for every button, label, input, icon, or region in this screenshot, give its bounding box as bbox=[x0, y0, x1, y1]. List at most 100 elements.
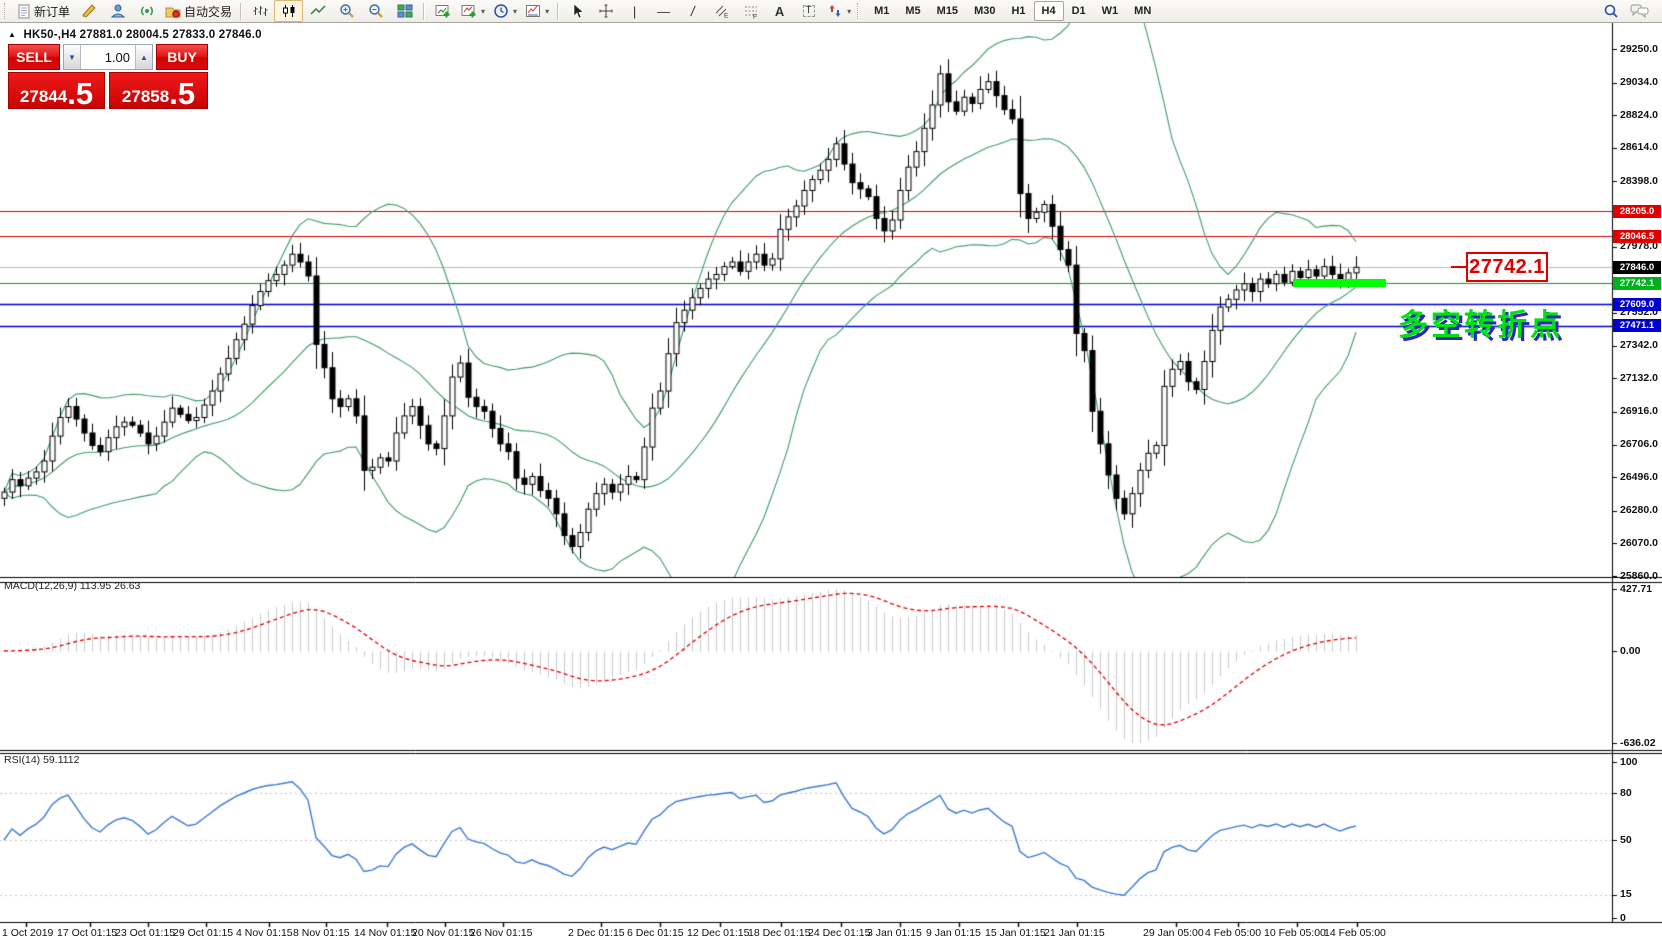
timeframe-w1[interactable]: W1 bbox=[1094, 1, 1127, 21]
text-tool-icon: A bbox=[775, 5, 784, 18]
volume-decrease-button[interactable]: ▼ bbox=[64, 45, 81, 69]
tile-windows-button[interactable] bbox=[390, 0, 419, 22]
price-tick-label: 26706.0 bbox=[1620, 438, 1662, 450]
toolbar-grip[interactable] bbox=[857, 3, 862, 19]
fibonacci-icon: F bbox=[743, 3, 759, 19]
timeframe-d1[interactable]: D1 bbox=[1064, 1, 1094, 21]
clock-icon bbox=[493, 3, 509, 19]
cursor-tool-button[interactable] bbox=[562, 0, 591, 22]
timeframe-m5[interactable]: M5 bbox=[897, 1, 928, 21]
timeframe-h1[interactable]: H1 bbox=[1003, 1, 1033, 21]
indicators-button[interactable]: ▾ bbox=[457, 0, 489, 22]
text-tool-button[interactable]: A bbox=[765, 0, 794, 22]
collapse-arrow-icon[interactable]: ▲ bbox=[8, 30, 16, 39]
toolbar-grip[interactable] bbox=[4, 3, 9, 19]
rsi-axis-label: 0 bbox=[1620, 912, 1662, 924]
macd-axis-label: 427.71 bbox=[1620, 583, 1662, 595]
signals-button[interactable] bbox=[132, 0, 161, 22]
zoom-out-button[interactable] bbox=[361, 0, 390, 22]
time-tick-label: 29 Jan 05:00 bbox=[1143, 927, 1204, 939]
dropdown-arrow-icon[interactable]: ▾ bbox=[481, 7, 485, 16]
price-tick-label: 29034.0 bbox=[1620, 76, 1662, 88]
template-icon bbox=[525, 3, 541, 19]
signal-icon bbox=[139, 3, 155, 19]
vline-icon: | bbox=[633, 5, 636, 18]
price-tick-label: 26496.0 bbox=[1620, 471, 1662, 483]
price-note-connector bbox=[1451, 266, 1466, 268]
dropdown-arrow-icon[interactable]: ▾ bbox=[545, 7, 549, 16]
timeframe-m15[interactable]: M15 bbox=[929, 1, 966, 21]
buy-price-main: 27858 bbox=[122, 86, 169, 107]
buy-price-block[interactable]: 27858 .5 bbox=[109, 72, 208, 109]
timeframe-m30[interactable]: M30 bbox=[966, 1, 1003, 21]
autotrading-button[interactable]: 自动交易 bbox=[161, 0, 236, 22]
macd-label: MACD(12,26,9) 113.95 26.63 bbox=[4, 580, 140, 592]
time-tick-label: 29 Oct 01:15 bbox=[173, 927, 233, 939]
buy-button[interactable]: BUY bbox=[156, 44, 208, 70]
one-click-trading-widget: SELL ▼ 1.00 ▲ BUY 27844 .5 27858 .5 bbox=[8, 44, 208, 109]
price-tick-label: 29250.0 bbox=[1620, 43, 1662, 55]
line-chart-mode-button[interactable] bbox=[303, 0, 332, 22]
chart-canvas[interactable] bbox=[0, 23, 1662, 947]
tile-windows-icon bbox=[397, 3, 413, 19]
compass-icon bbox=[81, 3, 97, 19]
zoom-in-icon bbox=[339, 3, 355, 19]
fibonacci-tool-button[interactable]: F bbox=[736, 0, 765, 22]
sell-button[interactable]: SELL bbox=[8, 44, 60, 70]
search-button[interactable] bbox=[1596, 0, 1625, 22]
time-tick-label: 2 Dec 01:15 bbox=[568, 927, 625, 939]
horizontal-line-tool-button[interactable]: — bbox=[649, 0, 678, 22]
main-toolbar: 新订单 自动交易 bbox=[0, 0, 1662, 23]
hline-icon: — bbox=[657, 5, 670, 18]
time-tick-label: 3 Jan 01:15 bbox=[867, 927, 922, 939]
time-tick-label: 8 Nov 01:15 bbox=[293, 927, 350, 939]
candlestick-mode-button[interactable] bbox=[274, 0, 303, 22]
vertical-line-tool-button[interactable]: | bbox=[620, 0, 649, 22]
volume-input[interactable]: 1.00 bbox=[81, 45, 135, 69]
new-order-button[interactable]: 新订单 bbox=[13, 0, 74, 22]
dropdown-arrow-icon[interactable]: ▾ bbox=[847, 7, 851, 16]
volume-increase-button[interactable]: ▲ bbox=[135, 45, 152, 69]
time-tick-label: 17 Oct 01:15 bbox=[57, 927, 117, 939]
periods-button[interactable]: ▾ bbox=[489, 0, 521, 22]
channel-tool-button[interactable]: E bbox=[707, 0, 736, 22]
chart-header: ▲ HK50-,H4 27881.0 28004.5 27833.0 27846… bbox=[8, 29, 262, 41]
time-tick-label: 14 Feb 05:00 bbox=[1324, 927, 1386, 939]
highlight-level-bar[interactable] bbox=[1293, 279, 1386, 287]
templates-button[interactable]: ▾ bbox=[521, 0, 553, 22]
timeframe-h4[interactable]: H4 bbox=[1034, 1, 1064, 21]
bar-chart-mode-button[interactable] bbox=[245, 0, 274, 22]
price-note-box[interactable]: 27742.1 bbox=[1466, 252, 1548, 282]
trading-platform-window: 新订单 自动交易 bbox=[0, 0, 1662, 947]
price-level-tag: 28205.0 bbox=[1613, 205, 1661, 218]
timeframe-m1[interactable]: M1 bbox=[866, 1, 897, 21]
autotrading-icon bbox=[165, 3, 181, 19]
price-level-tag: 27742.1 bbox=[1613, 277, 1661, 290]
time-tick-label: 18 Dec 01:15 bbox=[748, 927, 810, 939]
market-watch-button[interactable] bbox=[74, 0, 103, 22]
zoom-in-button[interactable] bbox=[332, 0, 361, 22]
sell-price-block[interactable]: 27844 .5 bbox=[8, 72, 105, 109]
candlestick-icon bbox=[281, 3, 297, 19]
rsi-axis-label: 100 bbox=[1620, 756, 1662, 768]
time-tick-label: 24 Dec 01:15 bbox=[808, 927, 870, 939]
price-tick-label: 26070.0 bbox=[1620, 537, 1662, 549]
dropdown-arrow-icon[interactable]: ▾ bbox=[513, 7, 517, 16]
chart-ohlc-values: 27881.0 28004.5 27833.0 27846.0 bbox=[80, 29, 262, 41]
arrows-tool-button[interactable]: ▾ bbox=[823, 0, 855, 22]
trendline-tool-button[interactable]: / bbox=[678, 0, 707, 22]
crosshair-tool-button[interactable] bbox=[591, 0, 620, 22]
new-chart-button[interactable] bbox=[428, 0, 457, 22]
price-tick-label: 27132.0 bbox=[1620, 372, 1662, 384]
text-label-tool-button[interactable]: T bbox=[794, 0, 823, 22]
chat-button[interactable] bbox=[1625, 0, 1654, 22]
pivot-note-text[interactable]: 多空转折点 bbox=[1398, 300, 1563, 344]
rsi-axis-label: 50 bbox=[1620, 834, 1662, 846]
label-tool-icon: T bbox=[803, 5, 815, 17]
timeframe-group: M1M5M15M30H1H4D1W1MN bbox=[866, 1, 1159, 21]
time-tick-label: 26 Nov 01:15 bbox=[470, 927, 532, 939]
community-button[interactable] bbox=[103, 0, 132, 22]
time-tick-label: 23 Oct 01:15 bbox=[115, 927, 175, 939]
price-tick-label: 26916.0 bbox=[1620, 405, 1662, 417]
timeframe-mn[interactable]: MN bbox=[1126, 1, 1159, 21]
